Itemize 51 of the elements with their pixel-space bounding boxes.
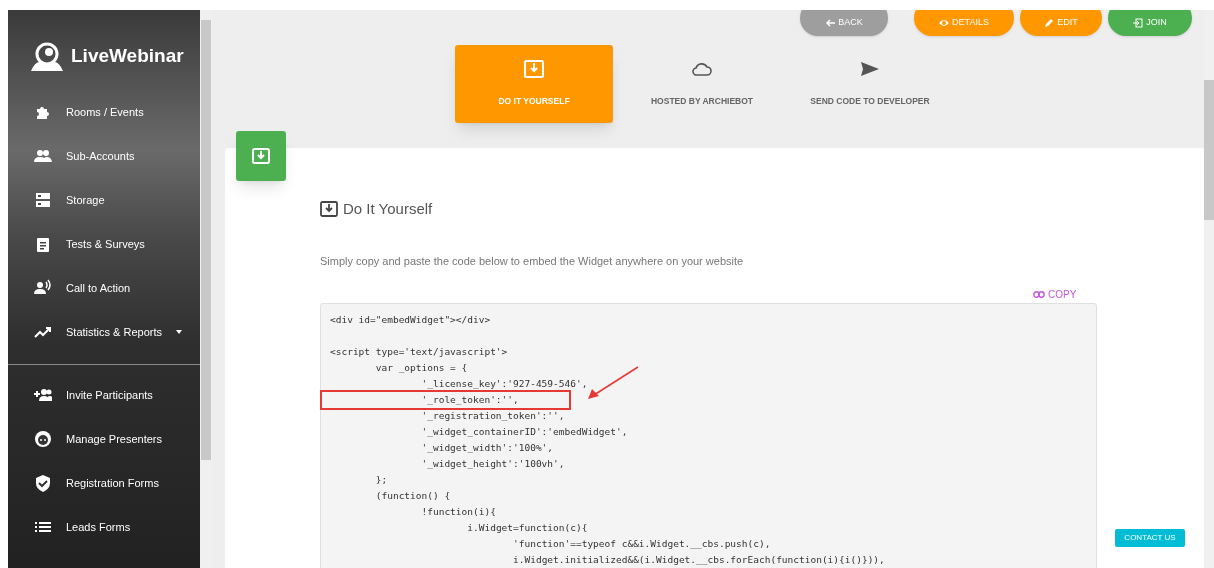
logo-text: LiveWebinar: [71, 44, 184, 69]
tab[interactable]: SEND CODE TO DEVELOPER: [791, 45, 949, 123]
code-line: <script type='text/javascript'>: [330, 345, 508, 359]
enter-icon: [1133, 18, 1144, 28]
code-line: var _options = {: [374, 361, 468, 375]
panel-title: Do It Yourself: [343, 199, 433, 219]
code-line: !function(i){: [420, 505, 496, 519]
sidebar-item[interactable]: Registration Forms: [8, 461, 200, 505]
speaking-person-icon: [34, 279, 52, 297]
sidebar-item[interactable]: Call to Action: [8, 266, 200, 310]
code-line: i.Widget.initialized&&(i.Widget.__cbs.forEach(function(i){i()})),: [512, 553, 885, 567]
copy-button[interactable]: COPY: [1033, 287, 1077, 302]
sidebar-item[interactable]: Storage: [8, 178, 200, 222]
sidebar-item[interactable]: Leads Forms: [8, 505, 200, 549]
link-icon: [1033, 291, 1045, 298]
code-line: i.Widget=function(c){: [466, 521, 588, 535]
code-line: '_widget_height':'100vh',: [420, 457, 565, 471]
send-icon: [860, 60, 880, 79]
pencil-icon: [1044, 18, 1055, 28]
code-line: '_role_token':'',: [322, 392, 569, 408]
code-line: '_widget_containerID':'embedWidget',: [420, 425, 628, 439]
tab[interactable]: HOSTED BY ARCHIEBOT: [623, 45, 781, 123]
logo-icon: [29, 41, 65, 72]
download-icon: [320, 201, 338, 218]
storage-icon: [34, 191, 52, 209]
clipboard-icon: [34, 235, 52, 253]
code-line: 'function'==typeof c&&i.Widget.__cbs.push(c),: [512, 537, 771, 551]
face-icon: [34, 430, 52, 448]
panel-description: Simply copy and paste the code below to embed the Widget anywhere on your website: [320, 254, 744, 269]
shield-check-icon: [34, 474, 52, 492]
code-line: '_license_key':'927-459-546',: [420, 377, 588, 391]
sidebar-item[interactable]: Statistics & Reports: [8, 310, 200, 354]
sidebar-item[interactable]: Sub-Accounts: [8, 134, 200, 178]
sidebar-item[interactable]: Invite Participants: [8, 373, 200, 417]
left-arrow-icon: [825, 18, 836, 28]
code-line: '_widget_width':'100%',: [420, 441, 554, 455]
download-icon: [524, 60, 544, 79]
sidebar-item[interactable]: Manage Presenters: [8, 417, 200, 461]
eye-icon: [939, 18, 950, 28]
annotation-arrow: [586, 365, 641, 401]
cloud-icon: [692, 60, 712, 79]
code-line: <div id="embedWidget"></div>: [330, 313, 491, 327]
people-icon: [34, 147, 52, 165]
sidebar-item[interactable]: Rooms / Events: [8, 90, 200, 134]
add-people-icon: [34, 386, 52, 404]
code-line: };: [374, 473, 388, 487]
sidebar-item[interactable]: Tests & Surveys: [8, 222, 200, 266]
code-line: (function() {: [374, 489, 451, 503]
code-line: '_registration_token':'',: [420, 409, 565, 423]
scrollbar[interactable]: [1204, 10, 1214, 568]
scrollbar[interactable]: [200, 10, 212, 568]
